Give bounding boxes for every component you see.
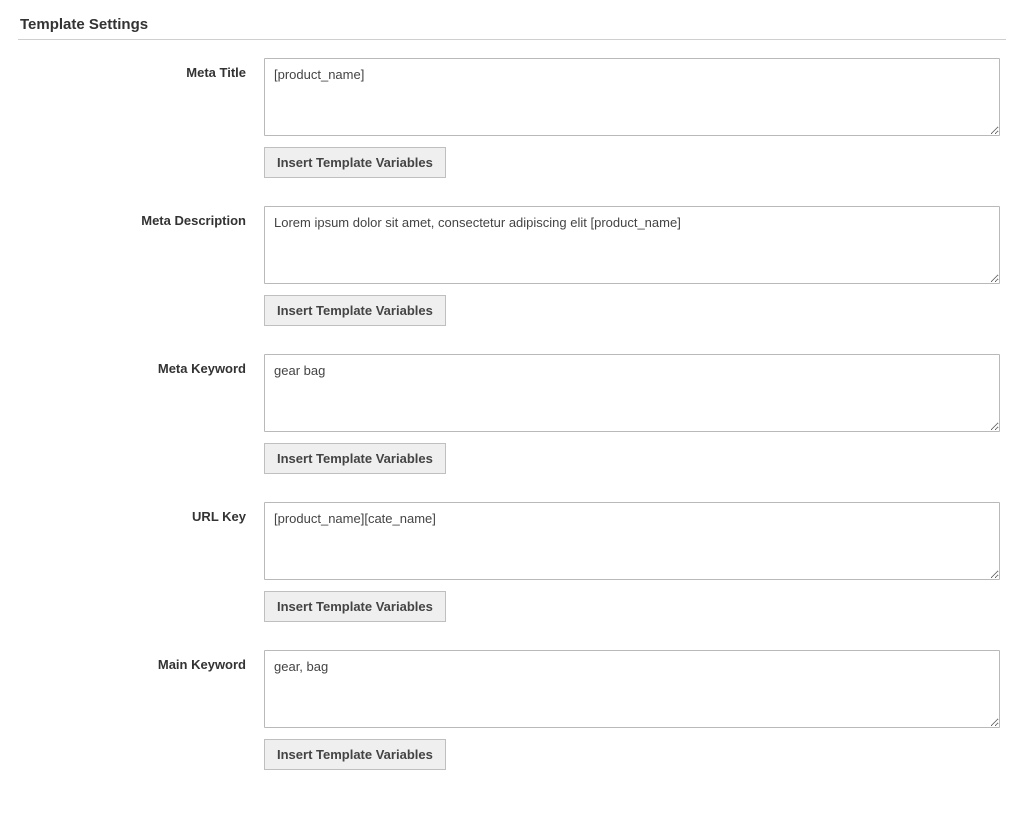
field-url-key: URL Key Insert Template Variables: [18, 502, 1006, 622]
meta-description-control: Insert Template Variables: [264, 206, 1000, 326]
url-key-label: URL Key: [18, 502, 264, 524]
main-keyword-label: Main Keyword: [18, 650, 264, 672]
meta-title-insert-button[interactable]: Insert Template Variables: [264, 147, 446, 178]
meta-title-label: Meta Title: [18, 58, 264, 80]
meta-keyword-label: Meta Keyword: [18, 354, 264, 376]
url-key-insert-button[interactable]: Insert Template Variables: [264, 591, 446, 622]
meta-keyword-insert-button[interactable]: Insert Template Variables: [264, 443, 446, 474]
url-key-control: Insert Template Variables: [264, 502, 1000, 622]
url-key-textarea[interactable]: [264, 502, 1000, 580]
meta-keyword-control: Insert Template Variables: [264, 354, 1000, 474]
meta-description-insert-button[interactable]: Insert Template Variables: [264, 295, 446, 326]
field-meta-description: Meta Description Insert Template Variabl…: [18, 206, 1006, 326]
meta-description-label: Meta Description: [18, 206, 264, 228]
meta-keyword-textarea[interactable]: [264, 354, 1000, 432]
field-meta-title: Meta Title Insert Template Variables: [18, 58, 1006, 178]
template-settings-page: Template Settings Meta Title Insert Temp…: [0, 0, 1024, 822]
meta-title-textarea[interactable]: [264, 58, 1000, 136]
field-meta-keyword: Meta Keyword Insert Template Variables: [18, 354, 1006, 474]
main-keyword-insert-button[interactable]: Insert Template Variables: [264, 739, 446, 770]
section-title: Template Settings: [20, 16, 1006, 33]
meta-description-textarea[interactable]: [264, 206, 1000, 284]
meta-title-control: Insert Template Variables: [264, 58, 1000, 178]
main-keyword-control: Insert Template Variables: [264, 650, 1000, 770]
main-keyword-textarea[interactable]: [264, 650, 1000, 728]
section-divider: [18, 39, 1006, 40]
field-main-keyword: Main Keyword Insert Template Variables: [18, 650, 1006, 770]
